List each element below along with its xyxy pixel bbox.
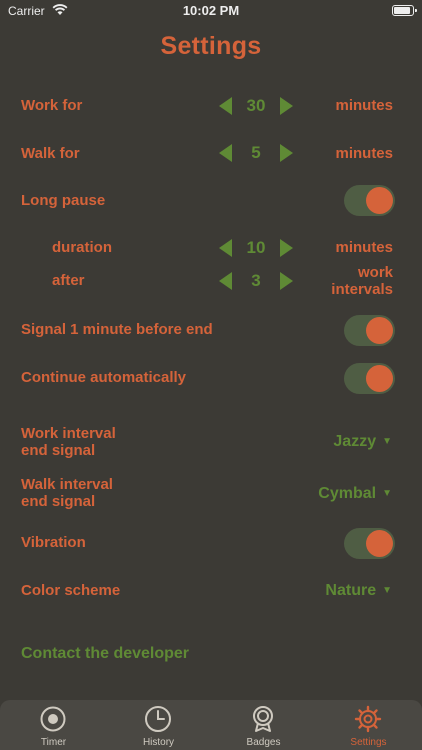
status-bar: Carrier 10:02 PM bbox=[0, 0, 422, 22]
tab-badges[interactable]: Badges bbox=[211, 700, 316, 750]
toggle-knob bbox=[366, 365, 393, 392]
clock-time: 10:02 PM bbox=[182, 3, 240, 18]
toggle-knob bbox=[366, 317, 393, 344]
after-unit: work intervals bbox=[331, 264, 393, 298]
page-title: Settings bbox=[160, 32, 262, 60]
tab-bar: Timer History Badges Settings bbox=[0, 700, 422, 750]
work-unit: minutes bbox=[335, 97, 393, 114]
caret-down-icon: ▼ bbox=[382, 436, 392, 447]
walk-value: 5 bbox=[251, 143, 261, 162]
walk-for-label: Walk for bbox=[21, 145, 80, 162]
duration-label: duration bbox=[52, 239, 112, 256]
tab-timer[interactable]: Timer bbox=[1, 700, 106, 750]
tab-settings-label: Settings bbox=[350, 737, 387, 748]
badge-icon bbox=[253, 706, 273, 732]
walk-end-signal-value: Cymbal bbox=[318, 485, 377, 502]
work-end-signal-value: Jazzy bbox=[333, 433, 377, 450]
toggle-knob bbox=[366, 530, 393, 557]
duration-increase-icon[interactable] bbox=[280, 239, 293, 257]
after-unit-line2: intervals bbox=[331, 281, 393, 298]
work-end-signal-line1: Work interval bbox=[21, 425, 116, 442]
long-pause-label: Long pause bbox=[21, 192, 106, 209]
work-end-signal-label: Work interval end signal bbox=[21, 425, 116, 459]
walk-end-signal-label: Walk interval end signal bbox=[21, 476, 113, 510]
signal-before-end-toggle[interactable] bbox=[344, 315, 395, 346]
color-scheme-label: Color scheme bbox=[21, 582, 121, 599]
duration-value: 10 bbox=[246, 238, 266, 257]
after-label: after bbox=[52, 272, 85, 289]
toggle-knob bbox=[366, 187, 393, 214]
walk-decrease-icon[interactable] bbox=[219, 144, 232, 162]
tab-history-label: History bbox=[142, 737, 175, 748]
after-value: 3 bbox=[251, 271, 261, 290]
battery-icon bbox=[392, 5, 417, 16]
contact-developer-link[interactable]: Contact the developer bbox=[21, 645, 189, 663]
color-scheme-select[interactable]: Nature ▼ bbox=[325, 582, 392, 600]
walk-end-signal-line1: Walk interval bbox=[21, 476, 113, 493]
work-decrease-icon[interactable] bbox=[219, 97, 232, 115]
after-decrease-icon[interactable] bbox=[219, 272, 232, 290]
walk-increase-icon[interactable] bbox=[280, 144, 293, 162]
vibration-label: Vibration bbox=[21, 534, 86, 551]
long-pause-toggle[interactable] bbox=[344, 185, 395, 216]
walk-end-signal-line2: end signal bbox=[21, 493, 96, 510]
color-scheme-value: Nature bbox=[325, 582, 377, 599]
tab-settings[interactable]: Settings bbox=[316, 700, 421, 750]
tab-timer-label: Timer bbox=[40, 737, 67, 748]
continue-auto-label: Continue automatically bbox=[21, 369, 187, 386]
signal-before-end-label: Signal 1 minute before end bbox=[21, 321, 213, 338]
walk-unit: minutes bbox=[335, 145, 393, 162]
work-value: 30 bbox=[246, 96, 266, 115]
duration-decrease-icon[interactable] bbox=[219, 239, 232, 257]
caret-down-icon: ▼ bbox=[382, 488, 392, 499]
work-end-signal-select[interactable]: Jazzy ▼ bbox=[333, 433, 392, 451]
after-increase-icon[interactable] bbox=[280, 272, 293, 290]
caret-down-icon: ▼ bbox=[382, 585, 392, 596]
work-for-label: Work for bbox=[21, 97, 83, 114]
gear-icon bbox=[354, 705, 382, 733]
clock-icon bbox=[145, 706, 171, 732]
tab-badges-label: Badges bbox=[246, 737, 281, 748]
after-unit-line1: work bbox=[357, 264, 393, 281]
continue-auto-toggle[interactable] bbox=[344, 363, 395, 394]
duration-unit: minutes bbox=[335, 239, 393, 256]
walk-end-signal-select[interactable]: Cymbal ▼ bbox=[318, 485, 392, 503]
work-end-signal-line2: end signal bbox=[21, 442, 96, 459]
work-increase-icon[interactable] bbox=[280, 97, 293, 115]
vibration-toggle[interactable] bbox=[344, 528, 395, 559]
tab-history[interactable]: History bbox=[106, 700, 211, 750]
timer-icon bbox=[40, 706, 66, 732]
